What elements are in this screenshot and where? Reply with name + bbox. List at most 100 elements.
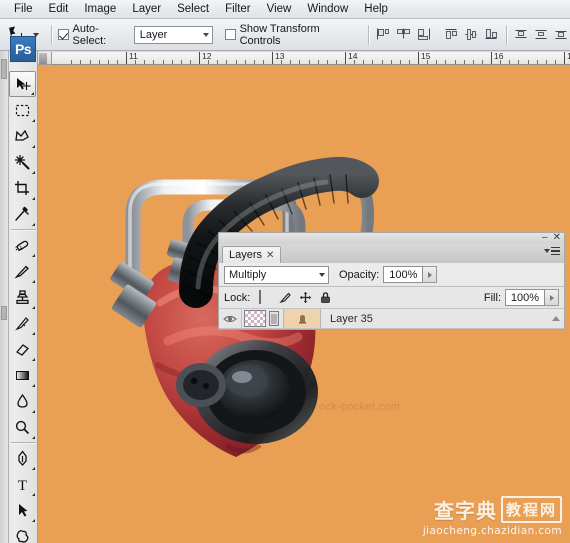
- distribute-vertical-centers-button[interactable]: [533, 26, 550, 43]
- menu-item-file[interactable]: File: [6, 1, 41, 17]
- toolbox-scroll-strip[interactable]: [0, 51, 9, 543]
- magic-wand-tool[interactable]: [9, 149, 36, 175]
- horizontal-ruler[interactable]: 11121314151617: [38, 52, 570, 65]
- history-brush-icon: [15, 316, 29, 330]
- clone-stamp-tool[interactable]: [9, 284, 36, 310]
- path-selection-tool[interactable]: [9, 497, 36, 523]
- lock-image-pixels-icon[interactable]: [279, 291, 292, 304]
- ruler-minor-tick: [116, 60, 118, 64]
- watermark-brand-secondary: 教程网: [500, 496, 562, 523]
- rectangular-marquee-tool[interactable]: [9, 97, 36, 123]
- align-bottom-edges-button[interactable]: [483, 26, 500, 43]
- tab-layers[interactable]: Layers ✕: [222, 246, 282, 263]
- menu-item-help[interactable]: Help: [356, 1, 396, 17]
- dodge-tool[interactable]: [9, 414, 36, 440]
- marquee-icon: [15, 104, 30, 116]
- menu-item-select[interactable]: Select: [169, 1, 217, 17]
- ruler-major-tick: [564, 52, 565, 64]
- clone-stamp-icon: [16, 289, 29, 304]
- ruler-minor-tick: [171, 60, 173, 64]
- ruler-major-tick: [126, 52, 127, 64]
- brush-tool[interactable]: [9, 258, 36, 284]
- fill-input[interactable]: 100%: [505, 289, 545, 306]
- ruler-minor-tick: [527, 60, 529, 64]
- custom-shape-icon: [16, 529, 29, 543]
- lasso-tool[interactable]: [9, 123, 36, 149]
- table-row[interactable]: Layer 35: [219, 309, 564, 329]
- lock-all-icon[interactable]: [319, 291, 332, 304]
- panel-close-button[interactable]: ✕: [553, 232, 561, 244]
- ruler-major-tick: [199, 52, 200, 64]
- layer-name[interactable]: Layer 35: [330, 313, 373, 325]
- custom-shape-tool[interactable]: [9, 523, 36, 543]
- move-tool[interactable]: [9, 71, 36, 97]
- opacity-slider-button[interactable]: [423, 266, 438, 283]
- align-right-edges-button[interactable]: [415, 26, 432, 43]
- fill-group: Fill: 100%: [474, 289, 559, 306]
- ruler-minor-tick: [290, 60, 292, 64]
- crop-tool[interactable]: [9, 175, 36, 201]
- menu-item-layer[interactable]: Layer: [124, 1, 169, 17]
- align-horizontal-centers-button[interactable]: [395, 26, 412, 43]
- menu-item-view[interactable]: View: [259, 1, 300, 17]
- panel-minimize-button[interactable]: –: [542, 232, 548, 244]
- layer-thumbnail[interactable]: [244, 310, 266, 327]
- panel-menu-button[interactable]: [544, 247, 560, 256]
- ruler-minor-tick: [262, 60, 264, 64]
- ruler-minor-tick: [162, 60, 164, 64]
- move-tool-icon: [17, 77, 31, 90]
- layer-visibility-toggle[interactable]: [219, 309, 242, 328]
- fill-slider-button[interactable]: [545, 289, 559, 306]
- layer-mask-thumbnail[interactable]: [269, 311, 279, 326]
- pen-tool[interactable]: [9, 445, 36, 471]
- panel-titlebar[interactable]: – ✕: [218, 232, 565, 244]
- divider: [51, 24, 52, 45]
- ruler-minor-tick: [208, 60, 210, 64]
- ruler-minor-tick: [472, 60, 474, 64]
- eyedropper-icon: [15, 206, 29, 221]
- eraser-tool[interactable]: [9, 336, 36, 362]
- ruler-minor-tick: [408, 60, 410, 64]
- ruler-label: 12: [202, 52, 212, 61]
- ruler-minor-tick: [335, 60, 337, 64]
- menu-item-edit[interactable]: Edit: [41, 1, 77, 17]
- lock-position-icon[interactable]: [299, 291, 312, 304]
- ruler-minor-tick: [518, 60, 520, 64]
- horizontal-type-tool[interactable]: T: [9, 471, 36, 497]
- lock-transparent-pixels-icon[interactable]: [259, 290, 272, 304]
- healing-brush-tool[interactable]: [9, 232, 36, 258]
- align-vertical-centers-button[interactable]: [463, 26, 480, 43]
- layer-effects-indicator[interactable]: [283, 309, 321, 328]
- brush-icon: [14, 265, 29, 278]
- scroll-thumb[interactable]: [1, 59, 7, 79]
- panel-resize-arrow-icon[interactable]: [552, 316, 560, 321]
- tab-close-icon[interactable]: ✕: [266, 250, 274, 261]
- show-transform-controls-label: Show Transform Controls: [239, 22, 320, 47]
- ruler-minor-tick: [153, 60, 155, 64]
- scroll-thumb-lower[interactable]: [1, 306, 7, 320]
- align-top-edges-button[interactable]: [443, 26, 460, 43]
- magic-wand-icon: [14, 154, 30, 169]
- menu-item-window[interactable]: Window: [299, 1, 356, 17]
- blend-mode-dropdown[interactable]: Multiply: [224, 265, 329, 284]
- ruler-minor-tick: [144, 60, 146, 64]
- distribute-top-edges-button[interactable]: [513, 26, 530, 43]
- opacity-input[interactable]: 100%: [383, 266, 424, 283]
- show-transform-controls-checkbox[interactable]: [224, 29, 236, 40]
- menu-item-filter[interactable]: Filter: [217, 1, 259, 17]
- menu-item-image[interactable]: Image: [76, 1, 124, 17]
- gradient-tool[interactable]: [9, 362, 36, 388]
- ruler-minor-tick: [554, 60, 556, 64]
- distribute-bottom-edges-button[interactable]: [553, 26, 570, 43]
- history-brush-tool[interactable]: [9, 310, 36, 336]
- ruler-minor-tick: [381, 60, 383, 64]
- ruler-label: 15: [421, 52, 431, 61]
- auto-select-checkbox[interactable]: [57, 29, 69, 40]
- align-left-edges-button[interactable]: [375, 26, 392, 43]
- ruler-origin-marker: [39, 53, 47, 64]
- auto-select-scope-dropdown[interactable]: Layer: [133, 25, 213, 44]
- ruler-minor-tick: [235, 60, 237, 64]
- ruler-label: 16: [494, 52, 504, 61]
- eyedropper-tool[interactable]: [9, 201, 36, 227]
- blur-tool[interactable]: [9, 388, 36, 414]
